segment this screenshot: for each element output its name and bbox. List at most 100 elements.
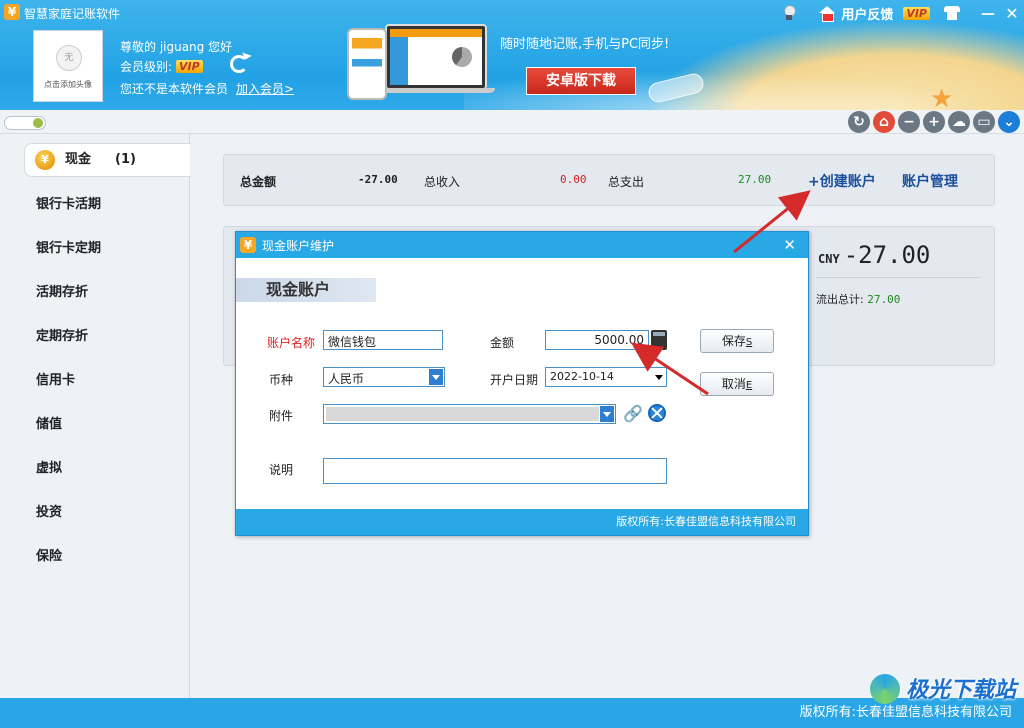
minimize-button[interactable]: － [976,1,1000,25]
refresh-icon[interactable]: ↻ [848,111,870,133]
status-bar: 版权所有:长春佳盟信息科技有限公司 [0,698,1024,728]
theme-toggle[interactable] [4,116,46,130]
chevron-down-icon [655,375,663,380]
dialog-title-bar: ¥ 现金账户维护 ✕ [236,232,808,258]
sidebar-item-virtual[interactable]: 虚拟 [0,449,190,489]
feedback-label: 用户反馈 [841,7,894,23]
link-icon[interactable]: 🔗 [623,404,643,423]
sidebar: ¥ 现金 (1) 银行卡活期 银行卡定期 活期存折 定期存折 信用卡 储值 虚拟… [0,134,190,698]
sidebar-item-credit-card[interactable]: 信用卡 [0,361,190,401]
feedback-link[interactable]: 用户反馈 [819,4,893,23]
bulb-icon[interactable] [781,5,797,21]
close-icon[interactable]: ✕ [783,236,796,254]
account-name-input[interactable]: 微信钱包 [323,330,443,350]
total-label: 总金额 [240,175,277,189]
avatar-placeholder: 无 [56,45,82,71]
app-title: 智慧家庭记账软件 [24,7,121,21]
open-date-picker[interactable]: 2022-10-14 [545,367,667,387]
promo-devices-image [345,22,495,102]
user-level: 会员级别: VIP [120,58,217,75]
income-value: 0.00 [560,173,587,186]
user-level-label: 会员级别: [120,60,173,74]
currency-label: 币种 [269,373,294,387]
attachment-select[interactable] [323,404,616,424]
save-label: 保存 [721,334,746,348]
sidebar-item-stored-value[interactable]: 储值 [0,405,190,445]
user-level-badge: VIP [176,60,203,73]
open-date-label: 开户日期 [490,373,539,387]
cancel-label: 取消 [721,377,746,391]
coin-icon: ¥ [35,150,55,170]
calculator-icon[interactable] [651,330,667,350]
expense-label: 总支出 [608,175,645,189]
promo-text: 随时随地记账,手机与PC同步! [500,37,670,52]
cloud-icon[interactable]: ☁ [948,111,970,133]
outflow-total: 流出总计: 27.00 [816,291,900,307]
title-bar-controls: 用户反馈 VIP － ✕ [781,0,1024,26]
dialog-footer: 版权所有:长春佳盟信息科技有限公司 [236,509,808,535]
sidebar-item-bank-fixed[interactable]: 银行卡定期 [0,229,190,269]
avatar-caption: 点击添加头像 [44,80,92,89]
app-logo-icon: ¥ [240,237,256,253]
amount-input[interactable]: 5000.00 [545,330,649,350]
summary-bar: 总金额 -27.00 总收入 0.00 总支出 27.00 +创建账户 账户管理 [223,154,995,206]
sidebar-item-label: 现金 [65,152,92,167]
toolbar: ↻ ⌂ − + ☁ ▭ ⌄ [0,110,1024,134]
watermark: 极光下载站 [905,678,1016,703]
android-download-button[interactable]: 安卓版下载 [526,67,636,95]
note-input[interactable] [323,458,667,484]
sidebar-item-count: (1) [115,152,136,167]
chevron-down-icon[interactable]: ⌄ [998,111,1020,133]
income-label: 总收入 [424,175,461,189]
balance-amount: -27.00 [843,241,931,269]
create-account-link[interactable]: +创建账户 [808,171,876,191]
dialog-body: 现金账户 账户名称 微信钱包 金额 5000.00 保存S 币种 人民币 开户日… [236,258,808,510]
shirt-icon[interactable] [944,6,960,20]
avatar[interactable]: 无 点击添加头像 [33,30,103,102]
outflow-label: 流出总计: [816,293,864,306]
window-icon[interactable]: ▭ [973,111,995,133]
sidebar-item-passbook-fixed[interactable]: 定期存折 [0,317,190,357]
app-logo-icon: ¥ [4,4,20,20]
vip-badge[interactable]: VIP [903,6,930,20]
save-button[interactable]: 保存S [700,329,774,353]
open-date-value: 2022-10-14 [550,370,614,383]
chevron-down-icon [600,406,614,422]
minus-icon[interactable]: − [898,111,920,133]
app-header: ¥ 智慧家庭记账软件 用户反馈 VIP － ✕ 无 点击添加头像 尊敬的 jig… [0,0,1024,110]
save-shortcut: S [745,337,753,348]
laptop-illustration [385,24,487,90]
join-member-link[interactable]: 加入会员> [236,82,294,96]
refresh-icon[interactable] [230,55,248,73]
sidebar-item-investment[interactable]: 投资 [0,493,190,533]
plus-icon[interactable]: + [923,111,945,133]
phone-illustration [347,28,387,100]
sidebar-item-insurance[interactable]: 保险 [0,537,190,577]
close-button[interactable]: ✕ [1000,4,1024,23]
sidebar-item-bank-demand[interactable]: 银行卡活期 [0,185,190,225]
dialog-title: 现金账户维护 [262,238,335,253]
globe-icon[interactable] [648,404,666,422]
cash-account-dialog: ¥ 现金账户维护 ✕ 现金账户 账户名称 微信钱包 金额 5000.00 保存S… [235,231,809,536]
member-note: 您还不是本软件会员 [120,82,229,96]
home-icon [819,6,836,22]
cancel-button[interactable]: 取消E [700,372,774,396]
amount-label: 金额 [490,336,515,350]
expense-value: 27.00 [738,173,772,186]
toolbar-icons: ↻ ⌂ − + ☁ ▭ ⌄ [848,111,1020,133]
outflow-value: 27.00 [867,293,901,306]
title-bar: ¥ 智慧家庭记账软件 用户反馈 VIP － ✕ [0,0,1024,24]
sidebar-item-passbook-demand[interactable]: 活期存折 [0,273,190,313]
user-greeting: 尊敬的 jiguang 您好 [120,40,233,54]
watermark-logo-icon [870,674,900,704]
currency-select-value: 人民币 [328,372,365,386]
home-icon[interactable]: ⌂ [873,111,895,133]
balance-display: CNY -27.00 [818,241,930,269]
sidebar-item-cash[interactable]: ¥ 现金 (1) [24,143,190,177]
total-value: -27.00 [358,173,398,186]
chevron-down-icon [429,369,443,385]
note-label: 说明 [269,463,294,477]
manage-account-link[interactable]: 账户管理 [902,171,958,191]
starfish-icon: ★ [930,84,954,110]
currency-select[interactable]: 人民币 [323,367,445,387]
